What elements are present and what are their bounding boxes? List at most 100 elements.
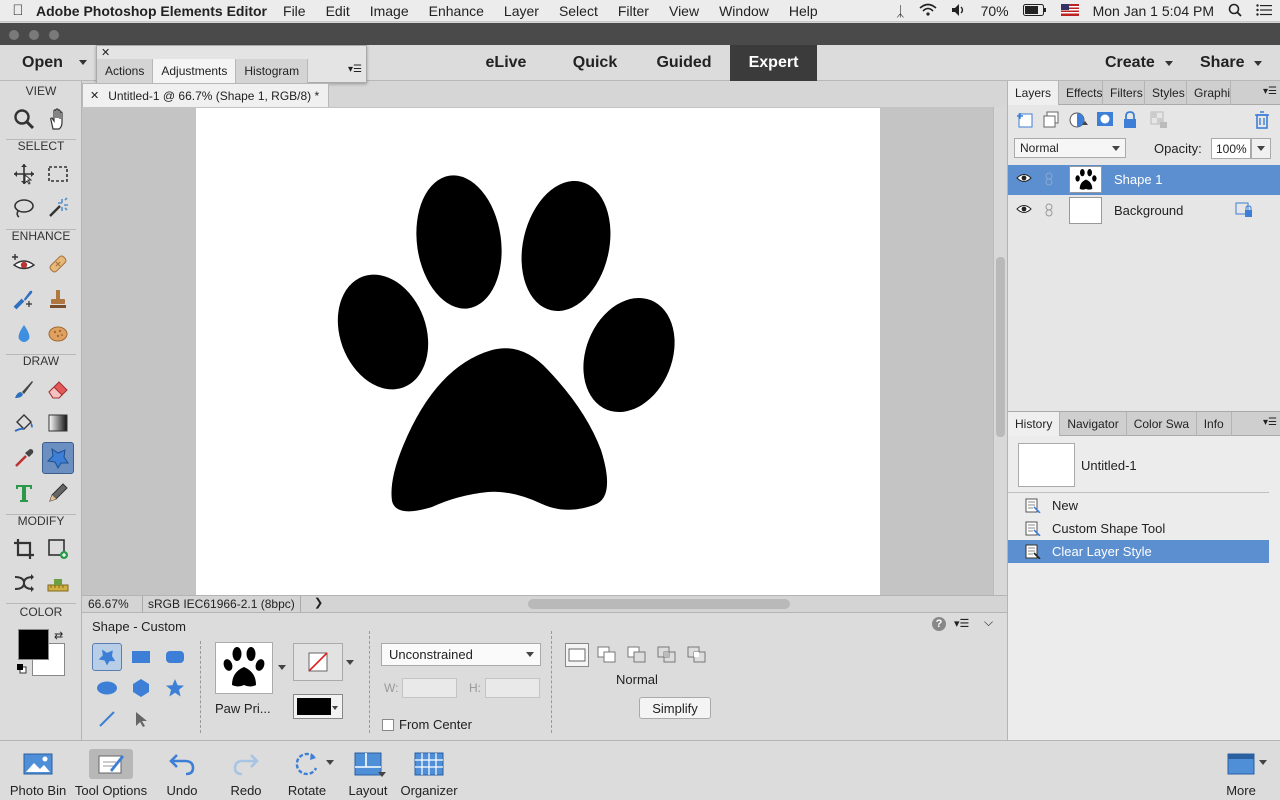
share-button[interactable]: Share [1200,45,1263,81]
width-field[interactable] [402,678,457,698]
tab-navigator[interactable]: Navigator [1060,412,1127,436]
default-colors-icon[interactable] [17,663,27,674]
eraser-tool-icon[interactable] [42,373,74,405]
scrollbar-thumb[interactable] [996,257,1005,437]
history-snapshot-thumbnail[interactable] [1018,443,1075,487]
canvas-area[interactable] [82,107,993,595]
zoom-window-button[interactable] [49,30,59,40]
history-item-clear-layer-style[interactable]: Clear Layer Style [1008,540,1269,563]
vertical-scrollbar[interactable] [993,107,1007,595]
tab-history[interactable]: History [1008,412,1061,436]
more-button[interactable]: More [1218,741,1264,800]
history-item-new[interactable]: New [1008,494,1269,517]
tab-filters[interactable]: Filters [1103,81,1146,105]
pencil-tool-icon[interactable] [42,477,74,509]
new-group-icon[interactable] [1042,111,1060,132]
layer-locked-icon[interactable] [1235,202,1253,221]
straighten-tool-icon[interactable] [42,567,74,599]
rounded-rectangle-button[interactable] [160,643,190,671]
create-button[interactable]: Create [1105,45,1173,81]
help-icon[interactable]: ? [932,617,946,631]
from-center-option[interactable]: From Center [382,717,472,732]
panel-menu-icon[interactable]: ▾☰ [348,64,362,75]
shape-color-picker[interactable] [293,694,343,719]
tab-info[interactable]: Info [1197,412,1232,436]
rotate-button[interactable]: Rotate [284,741,330,800]
tab-effects[interactable]: Effects [1059,81,1104,105]
delete-layer-icon[interactable] [1254,111,1270,132]
crop-tool-icon[interactable] [8,533,40,565]
star-shape-button[interactable] [160,674,190,702]
lasso-tool-icon[interactable] [8,192,40,224]
polygon-shape-button[interactable] [126,674,156,702]
chevron-down-icon[interactable] [378,772,386,777]
foreground-color-swatch[interactable] [18,629,49,660]
height-field[interactable] [485,678,540,698]
menu-filter[interactable]: Filter [618,3,649,19]
battery-icon[interactable] [1022,3,1047,19]
undo-button[interactable]: Undo [162,741,202,800]
hand-tool-icon[interactable] [42,103,74,135]
open-button[interactable]: Open [0,45,95,81]
menu-image[interactable]: Image [370,3,409,19]
tab-color-swatches[interactable]: Color Swa [1127,412,1197,436]
chevron-down-icon[interactable] [346,660,354,665]
chevron-right-icon[interactable]: ❯ [314,596,323,609]
menu-file[interactable]: File [283,3,306,19]
new-shape-area-button[interactable] [565,643,589,667]
panel-menu-icon[interactable]: ▾☰ [1263,86,1277,97]
notification-center-icon[interactable] [1256,3,1272,19]
spotlight-search-icon[interactable] [1228,3,1242,20]
wifi-icon[interactable] [919,3,937,20]
layer-row-shape-1[interactable]: Shape 1 [1008,165,1280,195]
simplify-button[interactable]: Simplify [639,697,711,719]
tab-graphics[interactable]: Graphi [1187,81,1232,105]
spot-healing-brush-icon[interactable] [42,248,74,280]
document-tab[interactable]: ✕ Untitled-1 @ 66.7% (Shape 1, RGB/8) * [82,83,329,107]
new-layer-icon[interactable] [1016,111,1034,132]
photo-bin-button[interactable]: Photo Bin [6,741,70,800]
apple-menu-icon[interactable]:  [0,2,36,19]
sponge-tool-icon[interactable] [42,318,74,350]
from-center-checkbox[interactable] [382,718,394,731]
lock-all-icon[interactable] [1123,111,1137,132]
bluetooth-icon[interactable]: ᛣ [896,3,904,19]
custom-shape-tool-icon[interactable] [42,442,74,474]
blur-tool-icon[interactable] [8,318,40,350]
close-document-icon[interactable]: ✕ [90,89,99,102]
eye-icon[interactable] [1016,172,1032,187]
chevron-down-icon[interactable] [1259,760,1267,765]
redo-button[interactable]: Redo [226,741,266,800]
tab-elive[interactable]: eLive [468,45,544,81]
minimize-window-button[interactable] [29,30,39,40]
tab-expert[interactable]: Expert [730,45,817,81]
close-window-button[interactable] [9,30,19,40]
tab-adjustments[interactable]: Adjustments [153,59,237,83]
tab-quick[interactable]: Quick [556,45,634,81]
shape-preset-picker[interactable] [215,642,273,694]
swap-colors-icon[interactable]: ⇄ [54,629,63,642]
opacity-input[interactable]: 100% [1211,138,1251,159]
flag-icon[interactable] [1060,3,1079,19]
move-tool-icon[interactable] [8,158,40,190]
shape-selection-button[interactable] [126,705,156,733]
tab-histogram[interactable]: Histogram [236,59,309,83]
type-tool-icon[interactable] [8,477,40,509]
panel-menu-icon[interactable]: ▾☰ [1263,417,1277,428]
content-aware-move-icon[interactable] [8,567,40,599]
custom-shape-button[interactable] [92,643,122,671]
tab-actions[interactable]: Actions [97,59,154,83]
close-icon[interactable]: ✕ [101,46,110,59]
line-shape-button[interactable] [92,705,122,733]
exclude-overlap-button[interactable] [685,643,709,667]
chevron-down-icon[interactable] [278,665,286,670]
history-item-custom-shape-tool[interactable]: Custom Shape Tool [1008,517,1269,540]
layout-button[interactable]: Layout [346,741,390,800]
constraint-dropdown[interactable]: Unconstrained [381,643,541,666]
red-eye-tool-icon[interactable] [8,248,40,280]
tool-options-button[interactable]: Tool Options [72,741,150,800]
tab-guided[interactable]: Guided [645,45,723,81]
recompose-tool-icon[interactable] [42,533,74,565]
clock[interactable]: Mon Jan 1 5:04 PM [1093,3,1214,19]
clone-stamp-icon[interactable] [42,283,74,315]
